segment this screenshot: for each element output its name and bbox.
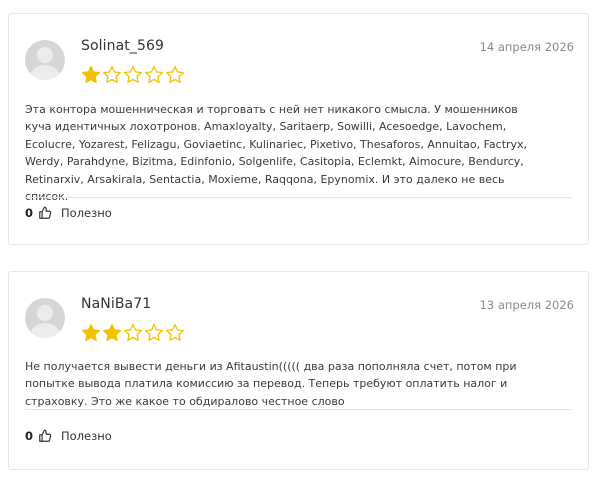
helpful-row: 0 Полезно <box>25 206 112 220</box>
helpful-button[interactable]: Полезно <box>61 206 112 220</box>
helpful-count: 0 <box>25 429 34 443</box>
review-text: Не получается вывести деньги из Afitaust… <box>25 360 517 408</box>
review-date: 14 апреля 2026 <box>479 40 574 54</box>
star-empty-icon <box>145 65 163 83</box>
thumbs-up-icon[interactable] <box>38 206 52 220</box>
helpful-row: 0 Полезно <box>25 429 112 443</box>
helpful-count: 0 <box>25 206 34 220</box>
star-empty-icon <box>124 65 142 83</box>
star-empty-icon <box>166 323 184 341</box>
star-rating <box>81 65 185 85</box>
star-empty-icon <box>103 65 121 83</box>
avatar-placeholder-icon <box>25 298 65 338</box>
review-card: Solinat_569 14 апреля 2026 Эта контора м… <box>8 13 589 245</box>
avatar-placeholder-icon <box>25 40 65 80</box>
star-filled-icon <box>82 323 100 341</box>
review-date: 13 апреля 2026 <box>479 298 574 312</box>
review-text: Эта контора мошенническая и торговать с … <box>25 103 528 204</box>
review-card: NaNiBa71 13 апреля 2026 Не получается вы… <box>8 271 589 470</box>
star-empty-icon <box>145 323 163 341</box>
divider <box>25 197 572 198</box>
review-author: Solinat_569 <box>81 38 164 54</box>
review-author: NaNiBa71 <box>81 296 152 312</box>
thumbs-up-icon[interactable] <box>38 429 52 443</box>
star-rating <box>81 323 185 343</box>
star-filled-icon <box>103 323 121 341</box>
divider <box>25 409 572 410</box>
star-filled-icon <box>82 65 100 83</box>
star-empty-icon <box>166 65 184 83</box>
star-empty-icon <box>124 323 142 341</box>
helpful-button[interactable]: Полезно <box>61 429 112 443</box>
